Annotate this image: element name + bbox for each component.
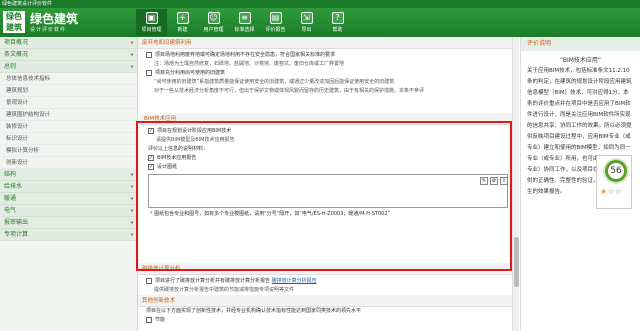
new-icon: + [176,12,189,24]
sidebar-item[interactable]: 景观设计 [0,97,137,109]
collapse-arrow-icon[interactable]: ◂ [130,37,133,49]
note-row: 提供碳排放计算分析报告中建筑的节能减排措施专项说明等文件 [154,287,295,293]
nav-new[interactable]: + 新建 [167,9,198,36]
user-icon: ☺ [207,12,220,24]
nav-folder[interactable]: ▣ 项目管理 [136,9,167,36]
nav-help[interactable]: ? 帮助 [322,9,353,36]
folder-icon: ▣ [145,12,158,24]
criterion-row[interactable]: 项目进行了碳排放计算分析并有碳排放计算分析报告 碳排放计算分析报告 [138,277,518,286]
sidebar-label: 建筑围护结构设计 [6,112,51,118]
sidebar-category[interactable]: 项目概况 ◂ [0,37,137,49]
collapse-arrow-icon[interactable]: ◂ [130,169,133,181]
note-row: 注：场地为土壤自然修复，石砾地、盐碱地、沙荒地、废窑坑、废旧仓库或工厂弃置地 [154,61,345,67]
collapse-arrow-icon[interactable]: ◂ [130,217,133,229]
main-nav: ▣ 项目管理 + 新建 ☺ 用户管理 ≡ 标准选择 ▤ 评价报告 ⇲ 导出? 帮助 [136,9,353,36]
nav-label: 标准选择 [234,27,255,33]
checkbox[interactable] [146,277,152,284]
collapse-arrow-icon[interactable]: ◂ [130,181,133,193]
nav-report[interactable]: ▤ 评价报告 [260,9,291,36]
criterion-row[interactable]: 节能 [138,316,518,325]
nav-label: 用户管理 [203,27,224,33]
report-icon: ▤ [269,12,282,24]
nav-label: 导出 [301,27,312,33]
score-widget: 56 ★☆☆ [596,155,632,209]
sidebar-item[interactable]: 标识设计 [0,133,137,145]
note-row: 对于一些从技术经济分析角度不可行，但出于保护文物或体现风貌而留存的历史建筑，由于… [154,88,425,94]
sidebar-category[interactable]: 结构 ◂ [0,169,137,181]
sidebar-label: 条文概况 [4,51,29,58]
sidebar: 项目概况 ◂ 条文概况 ◂ 总则 ◂ 总体信息技术指标 建筑规划景观设计建筑围护结构设计 装修设… [0,37,138,331]
report-link[interactable]: 碳排放计算分析报告 [272,278,317,284]
highlight-frame [136,121,512,271]
sidebar-label: 装修设计 [6,124,29,130]
panel-title: “BIM技术应用” [559,57,602,64]
app-header: 绿色 建筑 绿色建筑 设计评价软件 ▣ 项目管理 + 新建 ☺ 用户管理 ≡ 标准选择 ▤ 评价报告… [0,8,640,37]
sidebar-label: 专项计算 [4,231,29,238]
nav-label: 新建 [177,27,188,33]
criterion-row[interactable]: 项目充分利用尚可使用的旧建筑 [138,69,518,78]
sidebar-label: 模拟计算分析 [6,148,40,154]
sidebar-label: 给排水 [4,183,23,190]
sidebar-label: 项目概况 [4,39,29,46]
nav-standard[interactable]: ≡ 标准选择 [229,9,260,36]
collapse-arrow-icon[interactable]: ◂ [130,49,133,61]
main-scrollbar[interactable] [512,37,519,331]
sidebar-label: 建筑规划 [6,88,29,94]
sidebar-label: 报审输出 [4,219,29,226]
rating-stars: ★☆☆ [600,187,622,196]
nav-export[interactable]: ⇲ 导出 [291,9,322,36]
scroll-thumb[interactable] [514,237,519,287]
sidebar-category[interactable]: 暖通 ◂ [0,193,137,205]
nav-label: 项目管理 [141,27,162,33]
nav-label: 帮助 [332,27,343,33]
collapse-arrow-icon[interactable]: ◂ [130,61,133,73]
sidebar-item[interactable]: 建筑围护结构设计 [0,109,137,121]
sidebar-item[interactable]: 总体信息技术指标 [0,73,137,85]
sidebar-item[interactable]: 创新设计 [0,157,137,169]
sidebar-label: 电气 [4,207,17,214]
section-title-innovation: 其他创新技术 [138,295,518,307]
sidebar-label: 创新设计 [6,160,29,166]
export-icon: ⇲ [300,12,313,24]
sidebar-item[interactable]: 模拟计算分析 [0,145,137,157]
nav-user[interactable]: ☺ 用户管理 [198,9,229,36]
app-logo: 绿色 建筑 [3,11,25,33]
sidebar-label: 结构 [4,171,17,178]
score-value: 56 [605,160,627,182]
app-subtitle: 设计评价软件 [30,27,67,33]
checkbox[interactable] [146,51,152,58]
sidebar-category[interactable]: 条文概况 ◂ [0,49,137,61]
sidebar-label: 景观设计 [6,100,29,106]
nav-label: 评价报告 [265,27,286,33]
help-icon: ? [331,12,344,24]
note-row: “尚可使用的旧建筑”系指建筑质量能保证使用安全的旧建筑，或通过少量改造加固后能保… [154,79,395,85]
checkbox[interactable] [146,69,152,76]
sidebar-label: 暖通 [4,195,17,202]
app-title: 绿色建筑 [30,12,79,26]
note-row: 项目在以下方面实现了创新性技术，并经专业机构确认技术指标性能达到国家同类技术的领… [146,308,362,314]
collapse-arrow-icon[interactable]: ◂ [130,205,133,217]
sidebar-label: 标识设计 [6,136,29,142]
window-title: 绿色建筑设计评价软件 [0,0,640,8]
panel-header: 评价说明 [521,37,640,51]
sidebar-category[interactable]: 报审输出 ◂ [0,217,137,229]
sidebar-category[interactable]: 给排水 ◂ [0,181,137,193]
sidebar-item[interactable]: 建筑规划 [0,85,137,97]
star-icon: ☆ [614,187,622,196]
sidebar-category[interactable]: 电气 ◂ [0,205,137,217]
sidebar-category[interactable]: 专项计算 ◂ [0,229,137,241]
collapse-arrow-icon[interactable]: ◂ [130,229,133,241]
section-title-brownfield: 废弃地和旧建筑利用 [138,37,518,49]
collapse-arrow-icon[interactable]: ◂ [130,193,133,205]
sidebar-label: 总则 [4,63,17,70]
sidebar-label: 总体信息技术指标 [6,76,51,82]
criterion-row[interactable]: 项目场地利用废弃地或可确定场地利用不存在安全隐患，符合国家相关标准的要求 [138,51,518,60]
standard-icon: ≡ [238,12,251,24]
sidebar-item[interactable]: 装修设计 [0,121,137,133]
checkbox[interactable] [146,316,152,323]
sidebar-category[interactable]: 总则 ◂ [0,61,137,73]
